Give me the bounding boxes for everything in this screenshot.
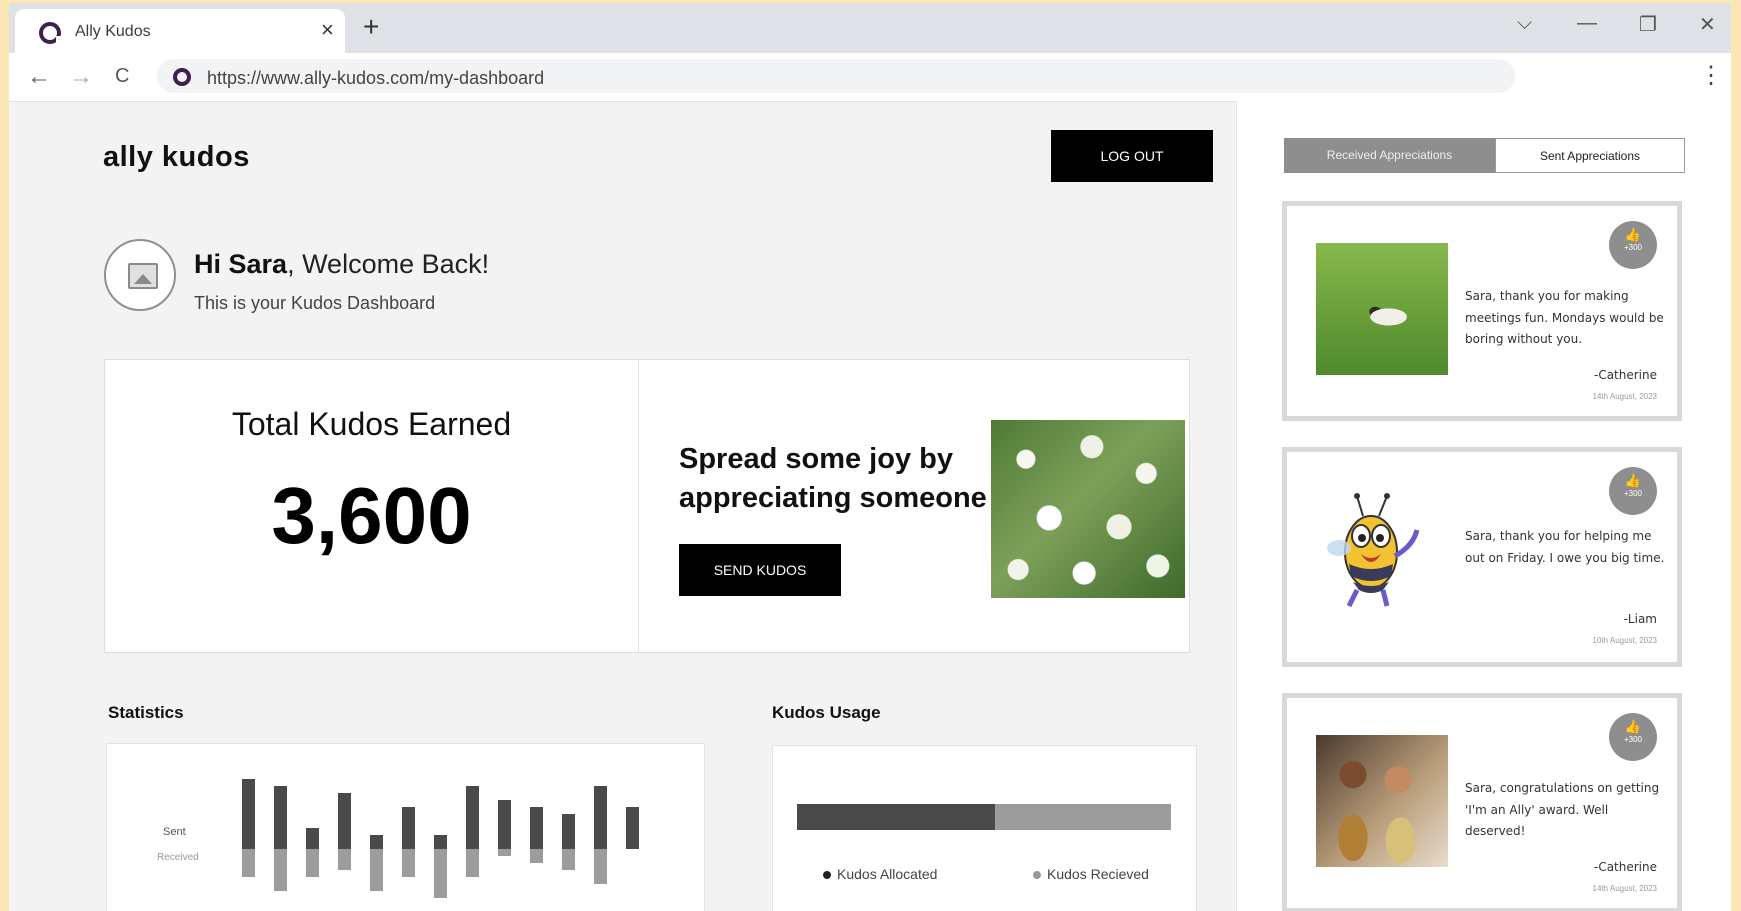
appreciations-sidebar: Received Appreciations Sent Appreciation… (1236, 101, 1731, 911)
bar-sent (274, 786, 287, 849)
bar-received (562, 849, 575, 870)
bar-received (338, 849, 351, 870)
bar-received (530, 849, 543, 863)
legend-received-label: Kudos Recieved (1047, 866, 1149, 882)
forward-icon[interactable]: → (69, 63, 93, 91)
new-tab-icon[interactable]: + (363, 11, 379, 43)
card-from: -Catherine (1593, 368, 1657, 382)
card-message: Sara, thank you for helping me out on Fr… (1465, 529, 1665, 565)
usage-bar (797, 804, 1171, 830)
send-kudos-button[interactable]: SEND KUDOS (679, 544, 841, 596)
spread-joy-text: Spread some joy by appreciating someone (679, 443, 987, 514)
bee-cartoon (1327, 493, 1420, 608)
url-text[interactable]: https://www.ally-kudos.com/my-dashboard (207, 68, 544, 89)
legend-allocated: Kudos Allocated (823, 866, 937, 882)
bar-sent (626, 807, 639, 849)
dot-icon (823, 871, 831, 880)
panel-divider (638, 360, 639, 652)
people-clapping-photo (1316, 735, 1448, 867)
bar-received (434, 849, 447, 898)
bar-received (242, 849, 255, 877)
card-date: 14th August, 2023 (1592, 392, 1658, 401)
site-logo-icon (173, 68, 191, 86)
card-from: -Catherine (1593, 860, 1657, 874)
bar-sent (530, 807, 543, 849)
browser-tab[interactable]: Ally Kudos × (15, 9, 345, 53)
statistics-title: Statistics (108, 703, 184, 722)
statistics-chart: Sent Received (106, 743, 705, 911)
appreciation-card[interactable]: 👍 +300 Sara, congratulations on getting … (1282, 693, 1682, 911)
bar-sent (402, 807, 415, 849)
card-date: 10th August, 2023 (1592, 636, 1658, 645)
total-kudos-title: Total Kudos Earned (231, 406, 512, 442)
bars-container (107, 744, 704, 911)
kudos-usage-title: Kudos Usage (772, 703, 881, 722)
ally-logo-icon (39, 22, 62, 45)
tab-received-appreciations[interactable]: Received Appreciations (1284, 138, 1495, 173)
bar-received (594, 849, 607, 884)
bar-sent (242, 779, 255, 849)
tab-bar: Ally Kudos × + ⌵ — ❐ ✕ (9, 3, 1731, 53)
kudos-usage-panel: Kudos Allocated Kudos Recieved (772, 745, 1197, 911)
bar-received (274, 849, 287, 891)
bar-received (306, 849, 319, 877)
minimize-icon[interactable]: — (1577, 12, 1597, 35)
tab-sent-appreciations[interactable]: Sent Appreciations (1495, 138, 1685, 173)
address-bar: ← → C https://www.ally-kudos.com/my-dash… (9, 53, 1731, 102)
flowers-image (991, 420, 1185, 598)
card-message: Sara, congratulations on getting 'I'm an… (1465, 781, 1660, 838)
bar-received (370, 849, 383, 891)
total-kudos-value: 3,600 (271, 471, 472, 560)
bar-received (402, 849, 415, 877)
tab-close-icon[interactable]: × (321, 17, 334, 43)
bar-sent (498, 800, 511, 849)
thumbs-up-icon: 👍 (1624, 227, 1642, 242)
restore-icon[interactable]: ❐ (1639, 12, 1657, 37)
kudos-summary-panel: Total Kudos Earned 3,600 Spread some joy… (104, 359, 1190, 653)
reload-icon[interactable]: C (115, 65, 129, 88)
bar-sent (370, 835, 383, 849)
points-label: +300 (1623, 489, 1643, 498)
card-message: Sara, thank you for making meetings fun.… (1465, 289, 1664, 346)
bar-sent (466, 786, 479, 849)
close-window-icon[interactable]: ✕ (1699, 12, 1716, 37)
like-button[interactable]: 👍 +300 (1609, 221, 1657, 269)
bar-received (466, 849, 479, 877)
image-placeholder-icon (128, 263, 158, 289)
bar-sent (306, 828, 319, 849)
like-button[interactable]: 👍 +300 (1609, 713, 1657, 761)
thumbs-up-icon: 👍 (1624, 719, 1642, 734)
thumbs-up-icon: 👍 (1624, 473, 1642, 488)
legend-allocated-label: Kudos Allocated (837, 866, 938, 882)
welcome-heading: Hi Sara, Welcome Back! (194, 249, 489, 280)
browser-menu-icon[interactable]: ⋮ (1699, 61, 1723, 90)
points-label: +300 (1623, 735, 1643, 744)
logout-button[interactable]: LOG OUT (1051, 130, 1213, 182)
ally-kudos-logo[interactable]: ally kudos (103, 141, 250, 174)
usage-bar-allocated (797, 804, 996, 830)
bar-received (498, 849, 511, 856)
bar-sent (338, 793, 351, 849)
kitten-photo (1316, 243, 1448, 375)
url-field[interactable]: https://www.ally-kudos.com/my-dashboard (157, 59, 1515, 93)
browser-window: Ally Kudos × + ⌵ — ❐ ✕ ← → C https://www… (9, 3, 1731, 911)
bar-sent (562, 814, 575, 849)
card-from: -Liam (1623, 612, 1657, 626)
card-date: 14th August, 2023 (1592, 884, 1658, 893)
avatar[interactable] (104, 239, 176, 311)
greeting-welcome: , Welcome Back! (287, 249, 490, 279)
bar-sent (594, 786, 607, 849)
greeting-name: Hi Sara (194, 249, 288, 279)
bar-sent (434, 835, 447, 849)
back-icon[interactable]: ← (27, 63, 51, 91)
tab-search-chevron-icon[interactable]: ⌵ (1517, 12, 1532, 35)
tab-title: Ally Kudos (75, 23, 151, 40)
appreciation-card[interactable]: 👍 +300 Sara, thank you for helping me ou… (1282, 447, 1682, 667)
like-button[interactable]: 👍 +300 (1609, 467, 1657, 515)
dashboard-subtitle: This is your Kudos Dashboard (194, 293, 436, 313)
points-label: +300 (1623, 243, 1643, 252)
dot-icon (1033, 871, 1041, 880)
legend-received: Kudos Recieved (1033, 866, 1149, 882)
appreciation-card[interactable]: 👍 +300 Sara, thank you for making meetin… (1282, 201, 1682, 421)
